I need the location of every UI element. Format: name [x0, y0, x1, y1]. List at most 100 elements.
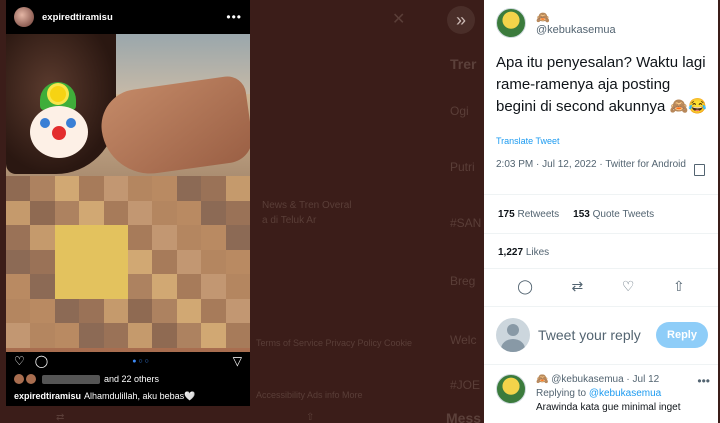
tweet-header: 🙈 @kebukasemua	[496, 8, 616, 38]
avatar	[14, 7, 34, 27]
mosaic-tile	[127, 323, 153, 348]
more-icon[interactable]: •••	[697, 374, 710, 388]
comment-icon: ◯	[34, 354, 49, 368]
clown-emoji-sticker	[28, 82, 90, 166]
author-handle: @kebukasemua	[536, 23, 616, 36]
mosaic-tile	[103, 249, 128, 275]
share-icon[interactable]: ⇧	[673, 278, 685, 295]
reply-tweet[interactable]: 🙈 @kebukasemua · Jul 12 Replying to @keb…	[496, 374, 706, 413]
trend-item: Welc	[450, 333, 477, 347]
mosaic-tile	[152, 298, 177, 324]
news-snippet: a di Teluk Ar	[262, 215, 317, 226]
mosaic-tile	[30, 225, 55, 250]
reply-composer: Tweet your reply Reply	[496, 318, 708, 352]
mosaic-tile	[152, 274, 177, 299]
mosaic-tile	[176, 274, 202, 299]
mosaic-tile	[79, 225, 104, 250]
expand-button[interactable]: »	[447, 6, 475, 34]
mosaic-tile	[127, 298, 153, 324]
mosaic-tile	[103, 274, 128, 299]
share-icon: ⇧	[306, 412, 315, 423]
mosaic-tile	[6, 200, 31, 226]
mosaic-tile	[225, 274, 250, 299]
instagram-post-image[interactable]: expiredtiramisu ••• ♡ ◯ ● ○ ○ ▽ and 22 o…	[6, 0, 250, 406]
mosaic-tile	[54, 176, 80, 201]
messages-heading: Mess	[446, 410, 482, 423]
mosaic-tile	[176, 225, 202, 250]
divider	[484, 268, 718, 269]
replying-to-handle[interactable]: @kebukasemua	[589, 388, 661, 399]
mosaic-tile	[79, 274, 104, 299]
mosaic-tile	[6, 323, 31, 348]
heart-icon: ♡	[14, 354, 25, 368]
mosaic-tile	[152, 200, 177, 226]
avatar	[496, 318, 530, 352]
divider	[484, 364, 718, 365]
redacted-name	[42, 374, 100, 384]
more-icon: •••	[226, 10, 242, 24]
ig-photo	[6, 34, 250, 352]
carousel-dots: ● ○ ○	[132, 357, 149, 365]
mosaic-tile	[201, 298, 226, 324]
translate-link[interactable]: Translate Tweet	[496, 136, 560, 146]
like-icon[interactable]: ♡	[622, 278, 635, 295]
mosaic-tile	[176, 298, 202, 324]
reply-author-line: 🙈 @kebukasemua · Jul 12	[536, 374, 660, 385]
reply-button[interactable]: Reply	[656, 322, 708, 348]
reply-input[interactable]: Tweet your reply	[538, 327, 656, 343]
ig-caption-user: expiredtiramisu	[14, 391, 82, 401]
mosaic-tile	[6, 274, 31, 299]
retweets-count: 175	[498, 209, 515, 220]
double-chevron-right-icon: »	[455, 9, 466, 30]
likes-stat[interactable]: 1,227 Likes	[498, 247, 549, 258]
quotes-count: 153	[573, 209, 590, 220]
quotes-stat[interactable]: 153 Quote Tweets	[573, 209, 654, 220]
analytics-icon[interactable]	[694, 164, 705, 176]
mosaic-tile	[54, 274, 80, 299]
mosaic-tile	[225, 323, 250, 348]
tweet-author[interactable]: 🙈 @kebukasemua	[536, 11, 616, 36]
mosaic-tile	[30, 298, 55, 324]
ig-likes-text: and 22 others	[104, 374, 160, 384]
trend-item: Ogi	[450, 104, 469, 118]
trend-item: #SAN	[450, 216, 482, 230]
clown-nose	[52, 126, 66, 140]
mosaic-tile	[152, 225, 177, 250]
mosaic-tile	[103, 200, 128, 226]
liker-avatar	[14, 374, 24, 384]
ig-caption-text: Alhamdulillah, aku bebas🤍	[84, 391, 196, 401]
mosaic-tile	[79, 298, 104, 324]
mosaic-tile	[30, 176, 55, 201]
quotes-label: Quote Tweets	[592, 209, 655, 220]
divider	[484, 306, 718, 307]
mosaic-tile	[6, 176, 31, 201]
mosaic-tile	[127, 274, 153, 299]
ig-username: expiredtiramisu	[42, 11, 113, 23]
reply-tweet-body: 🙈 @kebukasemua · Jul 12 Replying to @keb…	[536, 374, 706, 413]
retweets-stat[interactable]: 175 Retweets	[498, 209, 559, 220]
mosaic-tile	[79, 200, 104, 226]
avatar[interactable]	[496, 8, 526, 38]
mosaic-tile	[54, 200, 80, 226]
mosaic-tile	[225, 298, 250, 324]
mosaic-tile	[225, 225, 250, 250]
mosaic-tile	[225, 176, 250, 201]
mosaic-tile	[176, 249, 202, 275]
news-snippet: News & Tren Overal	[262, 200, 352, 211]
avatar[interactable]	[496, 374, 526, 404]
mosaic-tile	[152, 176, 177, 201]
clown-flower	[50, 86, 66, 102]
mosaic-tile	[103, 225, 128, 250]
mosaic-tile	[54, 298, 80, 324]
retweet-icon[interactable]: ⇄	[572, 278, 584, 295]
divider	[484, 233, 718, 234]
mosaic-tile	[6, 225, 31, 250]
reply-icon[interactable]: ◯	[517, 278, 533, 295]
mosaic-tile	[54, 323, 80, 348]
sidebar-heading: Trer	[450, 56, 477, 72]
mosaic-tile	[152, 249, 177, 275]
mosaic-tile	[54, 225, 80, 250]
mosaic-tile	[127, 225, 153, 250]
close-icon[interactable]: ✕	[392, 9, 405, 29]
tweet-detail-panel: 🙈 @kebukasemua Apa itu penyesalan? Waktu…	[484, 0, 718, 423]
